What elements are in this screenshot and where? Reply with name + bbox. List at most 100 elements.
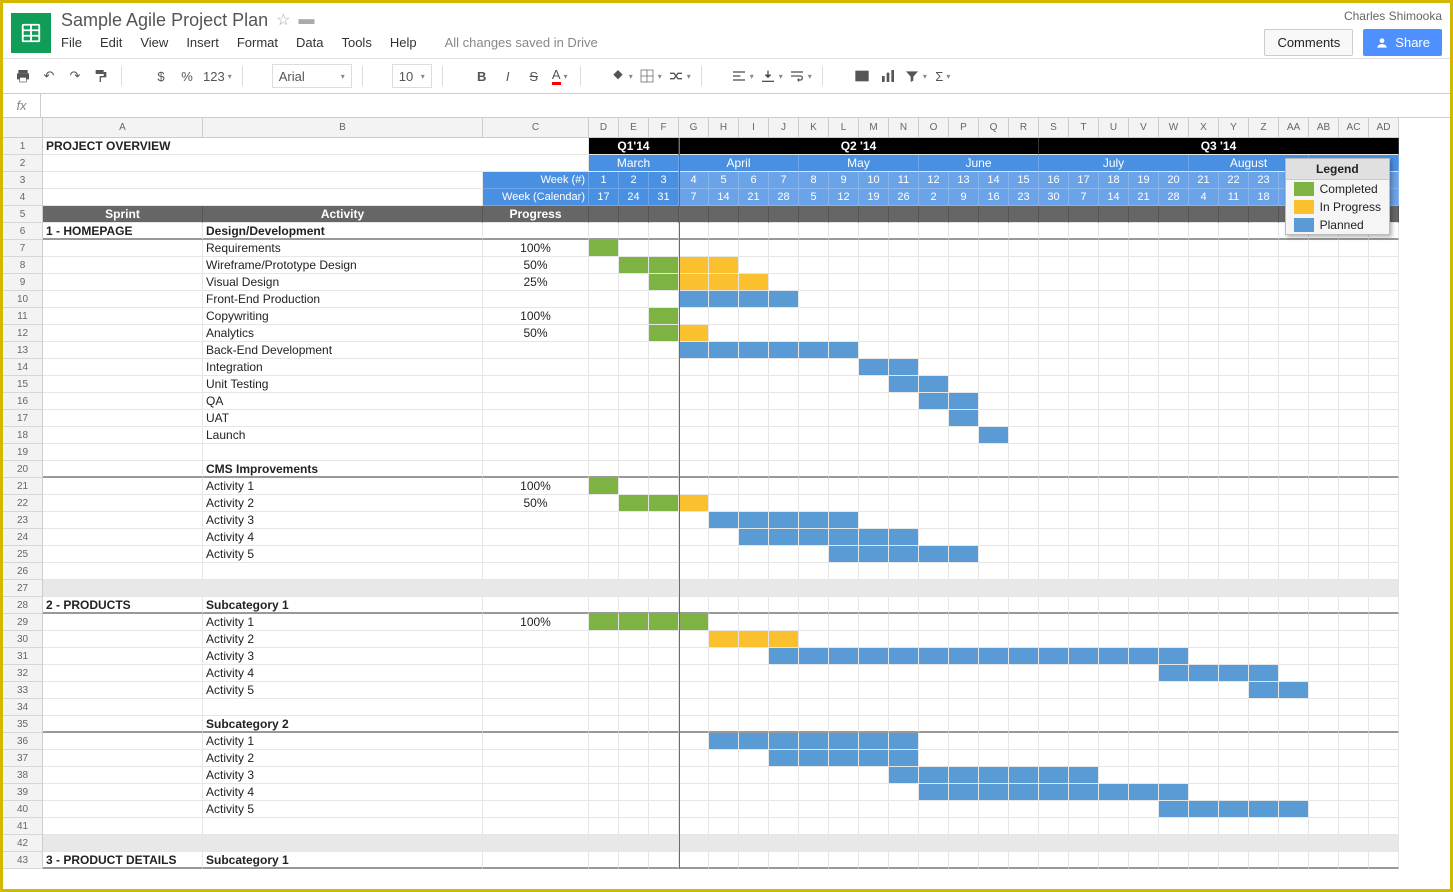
month-header[interactable]: June xyxy=(919,155,1039,172)
gantt-cell[interactable] xyxy=(859,325,889,342)
gantt-cell[interactable] xyxy=(889,580,919,597)
gantt-cell[interactable] xyxy=(679,410,709,427)
gantt-cell[interactable] xyxy=(1099,631,1129,648)
gantt-cell[interactable] xyxy=(769,614,799,631)
gantt-cell[interactable] xyxy=(1369,478,1399,495)
redo-icon[interactable]: ↷ xyxy=(65,64,85,88)
menu-file[interactable]: File xyxy=(61,35,82,50)
gantt-cell[interactable] xyxy=(1099,512,1129,529)
gantt-cell[interactable] xyxy=(1159,257,1189,274)
gantt-cell[interactable] xyxy=(1189,478,1219,495)
gantt-cell[interactable] xyxy=(1279,495,1309,512)
progress-cell[interactable] xyxy=(483,546,589,563)
gantt-cell[interactable] xyxy=(739,631,769,648)
gantt-cell[interactable] xyxy=(619,716,649,733)
gantt-cell[interactable] xyxy=(1189,393,1219,410)
gantt-cell[interactable] xyxy=(1339,444,1369,461)
gantt-cell[interactable] xyxy=(1009,852,1039,869)
gantt-cell[interactable] xyxy=(1309,546,1339,563)
gantt-cell[interactable] xyxy=(859,682,889,699)
gantt-cell[interactable] xyxy=(739,682,769,699)
gantt-cell[interactable] xyxy=(1099,308,1129,325)
gantt-cell[interactable] xyxy=(799,427,829,444)
row-header[interactable]: 5 xyxy=(3,206,43,223)
gantt-cell[interactable] xyxy=(1249,580,1279,597)
gantt-cell[interactable] xyxy=(1309,631,1339,648)
week-cal[interactable]: 21 xyxy=(1129,189,1159,206)
gantt-cell[interactable] xyxy=(619,597,649,614)
gantt-cell[interactable] xyxy=(589,342,619,359)
gantt-cell[interactable] xyxy=(1039,750,1069,767)
activity-header[interactable]: Activity xyxy=(203,206,483,223)
gantt-cell[interactable] xyxy=(619,257,649,274)
gantt-cell[interactable] xyxy=(679,223,709,240)
gantt-cell[interactable] xyxy=(1039,342,1069,359)
gantt-cell[interactable] xyxy=(949,767,979,784)
week-cal[interactable]: 31 xyxy=(649,189,679,206)
gantt-cell[interactable] xyxy=(709,257,739,274)
gantt-cell[interactable] xyxy=(1129,648,1159,665)
gantt-header[interactable] xyxy=(619,206,649,223)
gantt-cell[interactable] xyxy=(1339,427,1369,444)
gantt-cell[interactable] xyxy=(1249,835,1279,852)
gantt-cell[interactable] xyxy=(1219,461,1249,478)
gantt-cell[interactable] xyxy=(829,716,859,733)
gantt-cell[interactable] xyxy=(1039,444,1069,461)
doc-title[interactable]: Sample Agile Project Plan xyxy=(61,10,268,31)
gantt-cell[interactable] xyxy=(919,274,949,291)
gantt-cell[interactable] xyxy=(1279,512,1309,529)
gantt-cell[interactable] xyxy=(829,342,859,359)
row-header[interactable]: 31 xyxy=(3,648,43,665)
gantt-cell[interactable] xyxy=(1189,257,1219,274)
col-header[interactable]: AC xyxy=(1339,118,1369,138)
gantt-cell[interactable] xyxy=(709,648,739,665)
row-header[interactable]: 3 xyxy=(3,172,43,189)
gantt-cell[interactable] xyxy=(739,240,769,257)
gantt-cell[interactable] xyxy=(799,325,829,342)
gantt-cell[interactable] xyxy=(949,665,979,682)
activity-cell[interactable]: Front-End Production xyxy=(203,291,483,308)
gantt-header[interactable] xyxy=(1129,206,1159,223)
gantt-cell[interactable] xyxy=(859,478,889,495)
gantt-cell[interactable] xyxy=(1309,393,1339,410)
gantt-cell[interactable] xyxy=(1039,733,1069,750)
col-header[interactable]: D xyxy=(589,118,619,138)
gantt-cell[interactable] xyxy=(649,325,679,342)
row-header[interactable]: 20 xyxy=(3,461,43,478)
gantt-cell[interactable] xyxy=(679,648,709,665)
gantt-cell[interactable] xyxy=(1159,614,1189,631)
gantt-cell[interactable] xyxy=(709,512,739,529)
folder-icon[interactable]: ▬ xyxy=(298,11,314,29)
gantt-cell[interactable] xyxy=(1099,818,1129,835)
week-num[interactable]: 21 xyxy=(1189,172,1219,189)
activity-cell[interactable]: Unit Testing xyxy=(203,376,483,393)
activity-cell[interactable] xyxy=(203,699,483,716)
gantt-cell[interactable] xyxy=(1189,427,1219,444)
gantt-cell[interactable] xyxy=(1129,359,1159,376)
gantt-cell[interactable] xyxy=(799,784,829,801)
gantt-cell[interactable] xyxy=(649,291,679,308)
gantt-cell[interactable] xyxy=(829,665,859,682)
gantt-cell[interactable] xyxy=(859,716,889,733)
gantt-cell[interactable] xyxy=(1189,529,1219,546)
gantt-cell[interactable] xyxy=(799,274,829,291)
gantt-cell[interactable] xyxy=(1279,563,1309,580)
gantt-cell[interactable] xyxy=(889,240,919,257)
gantt-cell[interactable] xyxy=(1159,478,1189,495)
gantt-cell[interactable] xyxy=(1249,818,1279,835)
gantt-cell[interactable] xyxy=(1009,393,1039,410)
activity-cell[interactable]: Wireframe/Prototype Design xyxy=(203,257,483,274)
gantt-cell[interactable] xyxy=(1009,274,1039,291)
gantt-cell[interactable] xyxy=(1279,733,1309,750)
gantt-cell[interactable] xyxy=(979,614,1009,631)
col-header[interactable]: R xyxy=(1009,118,1039,138)
gantt-cell[interactable] xyxy=(1009,750,1039,767)
gantt-cell[interactable] xyxy=(1219,512,1249,529)
week-cal[interactable]: 16 xyxy=(979,189,1009,206)
gantt-cell[interactable] xyxy=(1219,325,1249,342)
gantt-cell[interactable] xyxy=(1249,512,1279,529)
gantt-cell[interactable] xyxy=(1309,665,1339,682)
row-header[interactable]: 29 xyxy=(3,614,43,631)
gantt-cell[interactable] xyxy=(1129,274,1159,291)
functions-icon[interactable]: Σ xyxy=(933,64,953,88)
